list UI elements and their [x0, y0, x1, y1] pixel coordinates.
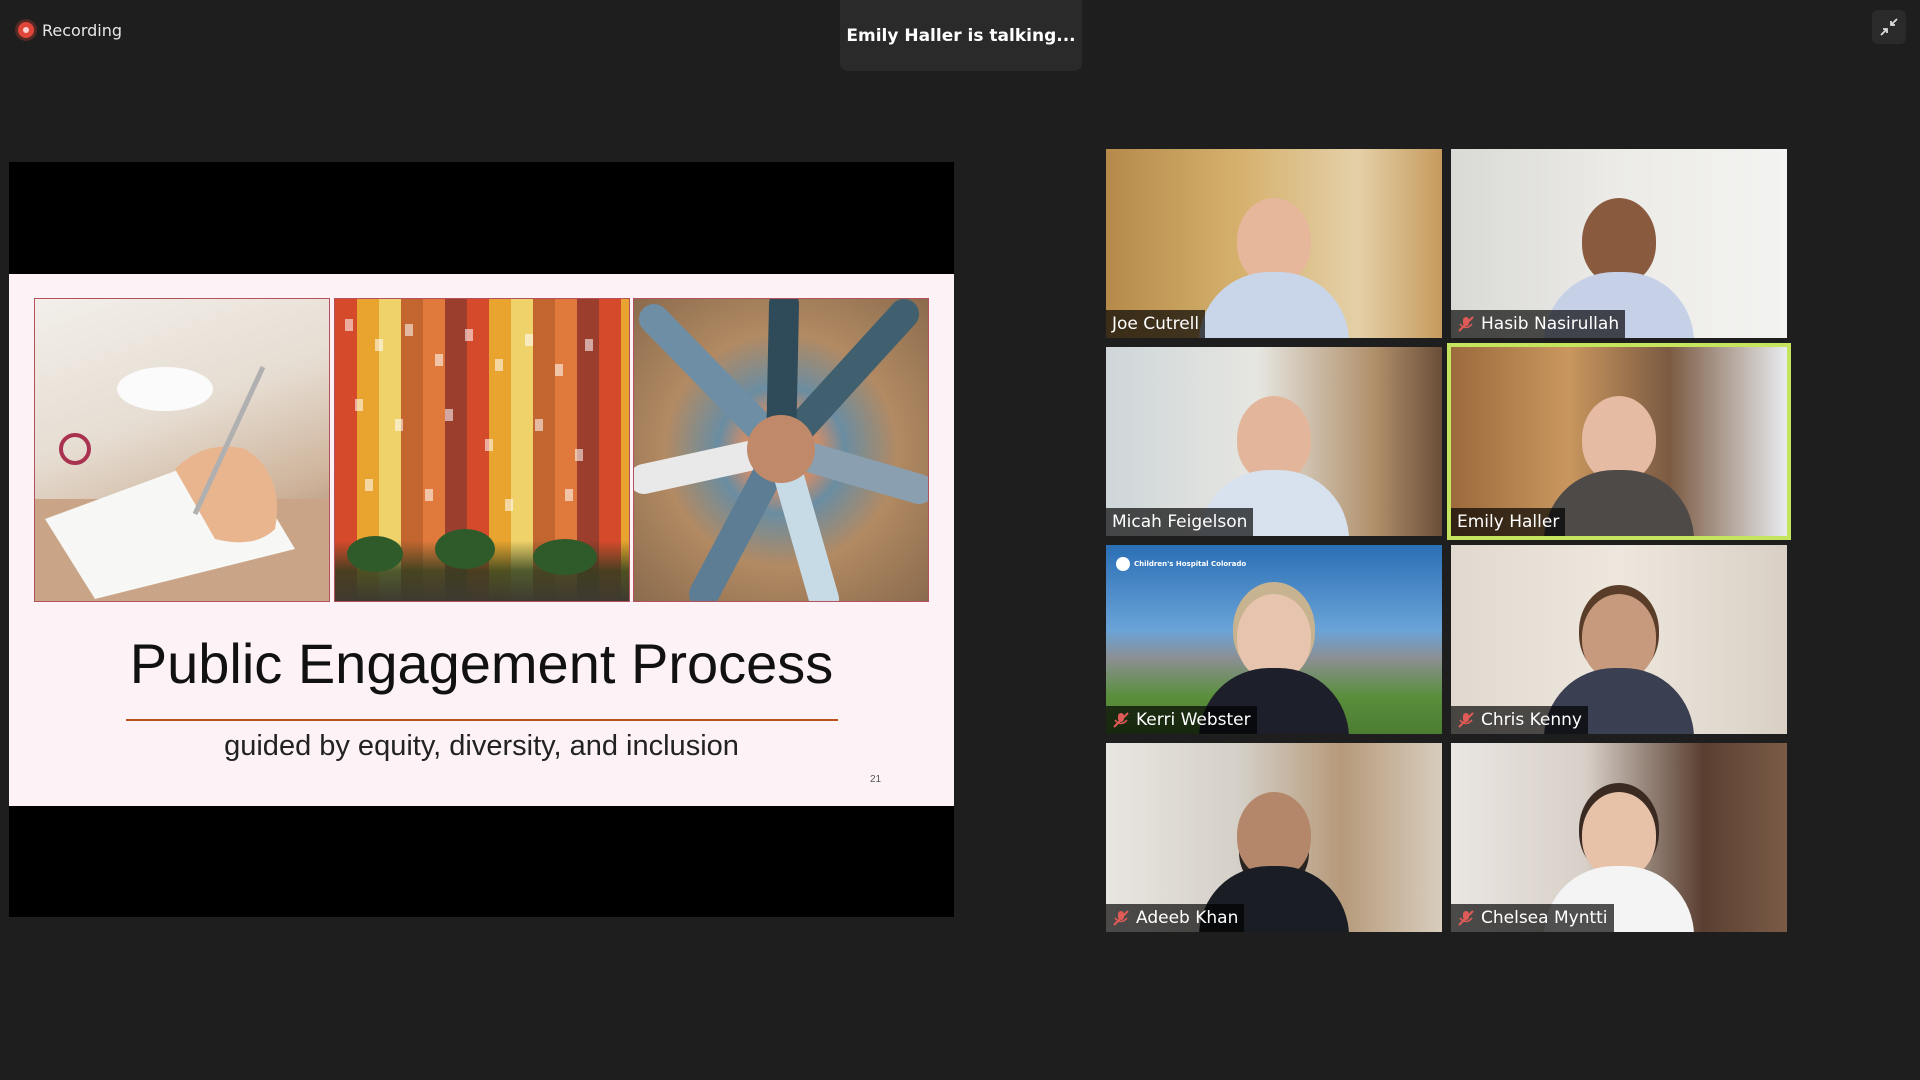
participant-name-label: Kerri Webster: [1106, 706, 1257, 734]
video-tile-chris-kenny[interactable]: Chris Kenny: [1451, 545, 1787, 734]
slide-divider: [126, 719, 838, 721]
slide-photo-writing: [34, 298, 330, 602]
video-tile-micah-feigelson[interactable]: Micah Feigelson: [1106, 347, 1442, 536]
participant-name-label: Chelsea Myntti: [1451, 904, 1614, 932]
video-tile-chelsea-myntti[interactable]: Chelsea Myntti: [1451, 743, 1787, 932]
muted-mic-icon: [1458, 910, 1474, 926]
participant-name-label: Chris Kenny: [1451, 706, 1588, 734]
recording-indicator[interactable]: Recording: [18, 17, 122, 43]
slide-title: Public Engagement Process: [129, 632, 834, 695]
participant-name-label: Joe Cutrell: [1106, 310, 1206, 338]
muted-mic-icon: [1113, 910, 1129, 926]
active-speaker-text: Emily Haller is talking...: [846, 25, 1076, 46]
participant-silhouette: [1544, 396, 1694, 536]
exit-fullscreen-button[interactable]: [1872, 10, 1906, 44]
slide-page-number: 21: [870, 774, 882, 785]
participant-name-label: Adeeb Khan: [1106, 904, 1245, 932]
slide-photo-colorful-town: [334, 298, 630, 602]
logo-icon: [1116, 557, 1130, 571]
recording-label: Recording: [42, 20, 123, 40]
presentation-slide: Public Engagement Process guided by equi…: [9, 274, 954, 806]
recording-icon: [18, 22, 34, 38]
participant-silhouette: [1199, 198, 1349, 338]
slide-subtitle: guided by equity, diversity, and inclusi…: [224, 730, 739, 762]
active-speaker-banner: Emily Haller is talking...: [840, 0, 1082, 71]
hospital-logo: Children's Hospital Colorado: [1116, 557, 1246, 571]
video-tile-hasib-nasirullah[interactable]: Hasib Nasirullah: [1451, 149, 1787, 338]
muted-mic-icon: [1458, 712, 1474, 728]
shared-screen: Public Engagement Process guided by equi…: [9, 162, 954, 917]
muted-mic-icon: [1458, 316, 1474, 332]
video-tile-adeeb-khan[interactable]: Adeeb Khan: [1106, 743, 1442, 932]
video-tile-kerri-webster[interactable]: Children's Hospital Colorado Kerri Webst…: [1106, 545, 1442, 734]
video-tile-emily-haller[interactable]: Emily Haller: [1447, 343, 1791, 540]
collapse-icon: [1880, 18, 1898, 36]
participant-name-label: Hasib Nasirullah: [1451, 310, 1626, 338]
slide-photo-joined-hands: [633, 298, 929, 602]
participant-name-label: Emily Haller: [1451, 508, 1566, 536]
video-tile-joe-cutrell[interactable]: Joe Cutrell: [1106, 149, 1442, 338]
participant-name-label: Micah Feigelson: [1106, 508, 1254, 536]
muted-mic-icon: [1113, 712, 1129, 728]
